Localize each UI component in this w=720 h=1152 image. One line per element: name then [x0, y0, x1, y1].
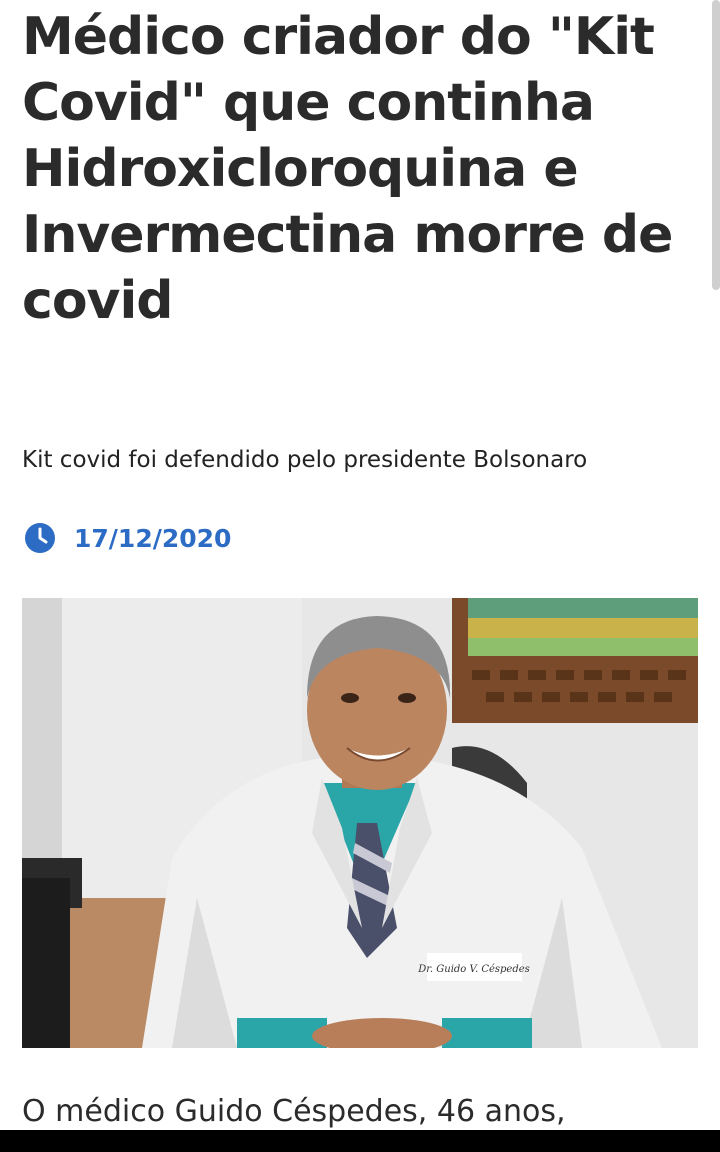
article-body-text: O médico Guido Céspedes, 46 anos, [22, 1094, 566, 1129]
article-date-row: 17/12/2020 [24, 520, 231, 556]
scrollbar[interactable] [712, 0, 720, 290]
article-photo[interactable]: Dr. Guido V. Céspedes [22, 598, 698, 1048]
article-subtitle: Kit covid foi defendido pelo presidente … [22, 447, 588, 473]
article-title: Médico criador do "Kit Covid" que contin… [22, 7, 673, 331]
clock-icon [24, 522, 56, 554]
system-bottom-bar [0, 1130, 720, 1152]
coat-name-badge: Dr. Guido V. Céspedes [417, 964, 530, 975]
article-date: 17/12/2020 [74, 523, 232, 553]
